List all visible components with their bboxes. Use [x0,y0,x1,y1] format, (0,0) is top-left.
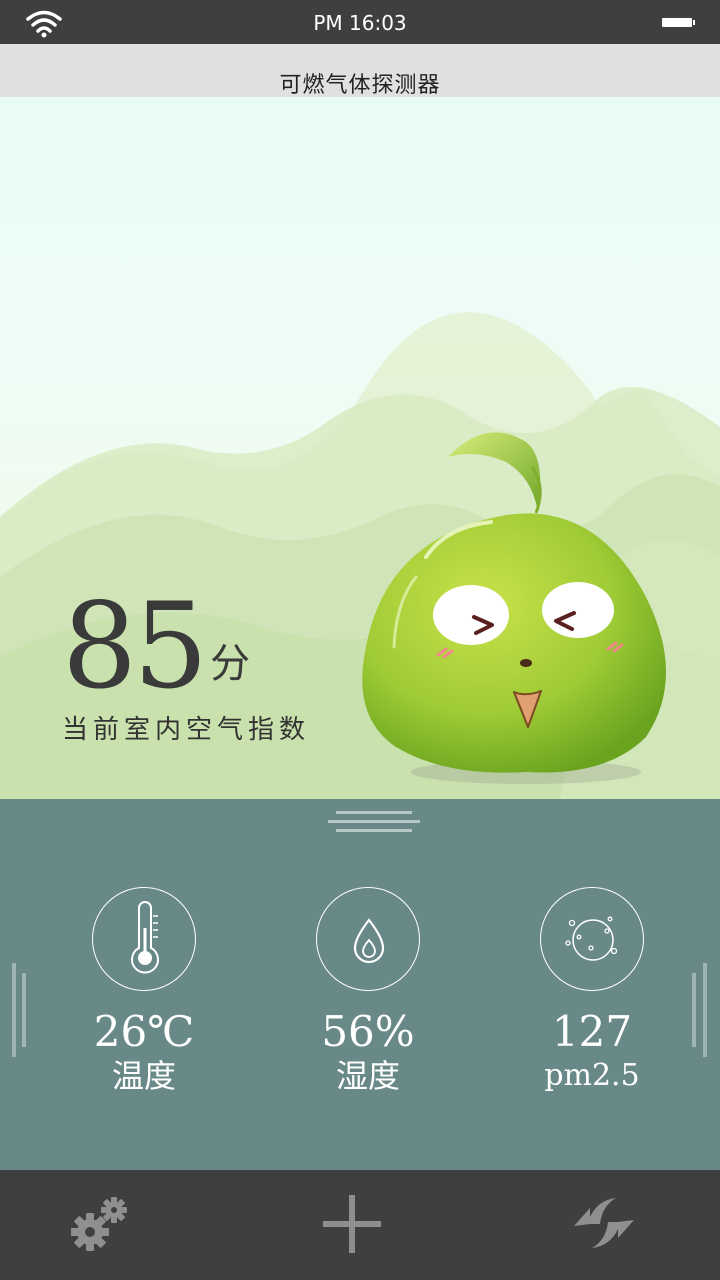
page-title: 可燃气体探测器 [279,73,441,98]
metric-humidity[interactable]: 56% 湿度 [268,887,468,1094]
left-edge-indicator [22,973,26,1047]
bottom-tabbar [0,1170,720,1280]
left-edge-indicator [12,963,16,1057]
refresh-arrows-icon [574,1198,634,1248]
settings-button[interactable] [66,1190,146,1260]
mascot-character [362,432,666,784]
status-time: PM 16:03 [313,11,407,35]
battery-icon [662,18,695,27]
air-score: 85 分 [62,587,362,705]
score-value: 85 [62,577,208,715]
drag-handle[interactable] [328,805,420,833]
right-edge-indicator [703,963,707,1057]
temperature-label: 温度 [111,1057,176,1096]
humidity-label: 湿度 [335,1057,400,1096]
refresh-button[interactable] [564,1190,644,1260]
hero-illustration: 85 分 当前室内空气指数 [0,97,720,799]
temperature-value: 26℃ [93,1007,195,1056]
humidity-circle [316,887,420,991]
score-unit: 分 [210,641,251,687]
status-bar: PM 16:03 [0,0,720,44]
right-edge-indicator [692,973,696,1047]
particles-icon [565,916,618,961]
metric-temperature[interactable]: 26℃ 温度 [44,887,244,1094]
humidity-value: 56% [321,1007,415,1056]
metric-pm25[interactable]: 127 pm2.5 [492,887,692,1092]
add-button[interactable] [312,1190,392,1260]
settings-gears-icon [71,1197,127,1251]
pm25-circle [540,887,644,991]
temperature-circle [92,887,196,991]
score-label: 当前室内空气指数 [62,715,311,745]
pm25-value: 127 [551,1007,633,1056]
thermometer-icon [131,901,159,974]
title-bar: 可燃气体探测器 [0,44,720,98]
add-plus-icon [323,1195,381,1253]
metrics-panel: 26℃ 温度 56% 湿度 127 pm2.5 [0,799,720,1170]
pm25-label: pm2.5 [544,1058,640,1094]
water-drop-icon [353,918,385,964]
